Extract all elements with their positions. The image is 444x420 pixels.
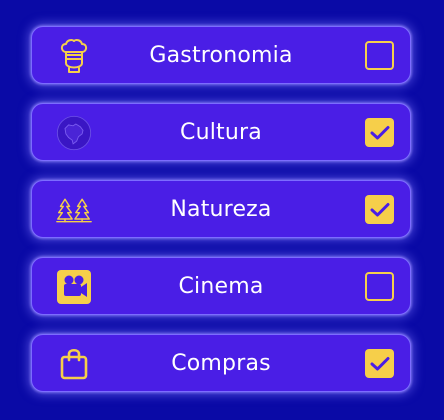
interest-label: Natureza xyxy=(170,196,272,222)
trees-icon xyxy=(56,192,92,228)
checkbox-checked[interactable] xyxy=(365,195,394,224)
interest-item-compras[interactable]: Compras xyxy=(31,334,411,392)
interest-label: Gastronomia xyxy=(149,42,293,68)
checkbox-unchecked[interactable] xyxy=(365,272,394,301)
interest-item-natureza[interactable]: Natureza xyxy=(31,180,411,238)
checkbox-unchecked[interactable] xyxy=(365,41,394,70)
checkbox-checked[interactable] xyxy=(365,349,394,378)
checkbox-checked[interactable] xyxy=(365,118,394,147)
interest-item-cultura[interactable]: Cultura xyxy=(31,103,411,161)
interest-item-cinema[interactable]: Cinema xyxy=(31,257,411,315)
movie-camera-icon xyxy=(56,269,92,305)
interest-label: Compras xyxy=(171,350,271,376)
brazil-map-icon xyxy=(56,115,92,151)
interest-label: Cultura xyxy=(180,119,262,145)
interest-label: Cinema xyxy=(178,273,264,299)
interest-list: Gastronomia Cultura Natureza Cinema Comp… xyxy=(31,26,411,411)
shopping-bag-icon xyxy=(56,346,92,382)
interest-item-gastronomia[interactable]: Gastronomia xyxy=(31,26,411,84)
chef-icon xyxy=(56,38,92,74)
